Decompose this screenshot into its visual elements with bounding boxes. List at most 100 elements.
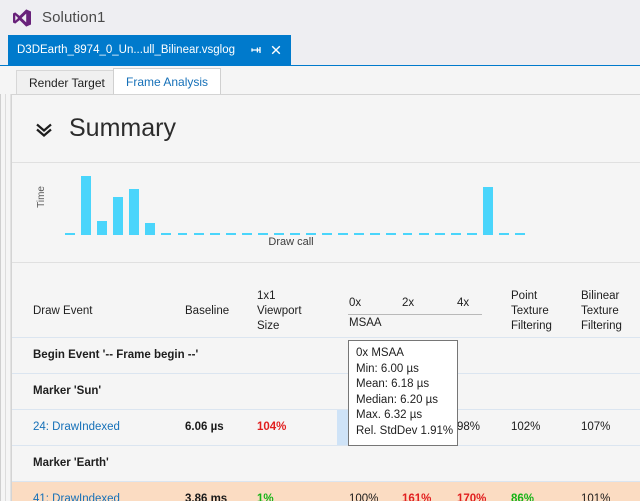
tooltip-title: 0x MSAA xyxy=(356,347,404,359)
chart-bar[interactable] xyxy=(113,197,124,235)
chart-bar[interactable] xyxy=(241,233,252,235)
cell-point-texture-filtering: 102% xyxy=(511,421,541,433)
chart-bar[interactable] xyxy=(193,233,204,235)
chevron-double-down-icon[interactable] xyxy=(33,118,55,140)
tooltip-stddev: Rel. StdDev 1.91% xyxy=(356,424,454,437)
tooltip-max: Max. 6.32 µs xyxy=(356,409,423,421)
chart-x-axis-label-text: Draw call xyxy=(268,236,314,248)
cell-bilinear-texture-filtering: 101% xyxy=(581,493,611,501)
tab-render-target[interactable]: Render Target xyxy=(16,70,118,95)
tab-frame-analysis[interactable]: Frame Analysis xyxy=(113,68,222,95)
column-header-bilinear-line2[interactable]: Texture xyxy=(581,304,619,319)
chart-bar[interactable] xyxy=(97,221,108,235)
chart-bar[interactable] xyxy=(273,233,284,235)
chart-bar[interactable] xyxy=(225,233,236,235)
cell-viewport-size: 1% xyxy=(257,493,274,501)
chart-bar[interactable] xyxy=(129,189,140,235)
column-header-viewport-line1: 1x1 xyxy=(257,290,276,302)
table-header-row: Draw Event Baseline 1x1 Viewport Size 0x… xyxy=(12,264,640,338)
chart-bar[interactable] xyxy=(322,233,333,235)
cell-msaa-2x: 161% xyxy=(402,493,432,501)
group-row-label: Begin Event '-- Frame begin --' xyxy=(33,349,199,361)
column-header-viewport-line2[interactable]: Viewport xyxy=(257,304,302,319)
chart-bar[interactable] xyxy=(81,176,92,235)
cell-msaa-0x: 100% xyxy=(349,493,379,501)
table-group-row[interactable]: Begin Event '-- Frame begin --' xyxy=(12,338,640,374)
chart-bar[interactable] xyxy=(418,233,429,235)
table-row[interactable]: 24: DrawIndexed6.06 µs104%102%94%98%102%… xyxy=(12,410,640,446)
document-tab-label: D3DEarth_8974_0_Un...ull_Bilinear.vsglog xyxy=(17,44,236,56)
pin-icon[interactable] xyxy=(249,43,263,57)
document-tab-strip: D3DEarth_8974_0_Un...ull_Bilinear.vsglog xyxy=(0,35,640,66)
chart-bar[interactable] xyxy=(450,233,461,235)
table-group-row[interactable]: Marker 'Earth' xyxy=(12,446,640,482)
msaa-group-rule xyxy=(348,314,482,315)
chart-bar[interactable] xyxy=(161,233,172,235)
group-row-label: Marker 'Sun' xyxy=(33,385,102,397)
column-header-msaa-4x[interactable]: 4x xyxy=(457,297,469,309)
cell-point-texture-filtering: 86% xyxy=(511,493,535,501)
msaa-statistics-tooltip: 0x MSAA Min: 6.00 µs Mean: 6.18 µs Media… xyxy=(348,340,458,446)
chart-bar[interactable] xyxy=(466,233,477,235)
chart-x-axis-label: Draw call xyxy=(12,236,640,248)
document-tab-vsglog[interactable]: D3DEarth_8974_0_Un...ull_Bilinear.vsglog xyxy=(8,35,292,65)
chart-bar[interactable] xyxy=(386,233,397,235)
chart-bar[interactable] xyxy=(65,233,75,235)
cell-msaa-4x: 98% xyxy=(457,421,481,433)
chart-bar[interactable] xyxy=(514,233,525,235)
chart-y-axis-label: Time xyxy=(36,164,47,208)
cell-msaa-4x: 170% xyxy=(457,493,487,501)
chart-bar[interactable] xyxy=(482,187,493,235)
chart-bar[interactable] xyxy=(290,233,300,235)
tooltip-mean: Mean: 6.18 µs xyxy=(356,378,430,390)
column-header-msaa-label: MSAA xyxy=(349,317,382,329)
chart-plot-area[interactable] xyxy=(62,172,528,235)
group-row-label: Marker 'Earth' xyxy=(33,457,109,469)
column-header-point-line2[interactable]: Texture xyxy=(511,304,549,319)
window-title: Solution1 xyxy=(42,9,106,26)
chart-bar[interactable] xyxy=(370,233,381,235)
analysis-tab-bar: Render Target Frame Analysis xyxy=(0,66,640,95)
chart-bar[interactable] xyxy=(209,233,220,235)
summary-section-header[interactable]: Summary xyxy=(12,95,640,163)
column-header-baseline[interactable]: Baseline xyxy=(185,304,229,319)
frame-analysis-content: Summary Time Draw call Draw Event Baseli… xyxy=(11,94,640,501)
column-header-bilinear-line3: Filtering xyxy=(581,320,622,332)
column-header-draw-event[interactable]: Draw Event xyxy=(33,304,92,319)
table-row[interactable]: 41: DrawIndexed 3.86 ms 1% 100% 161% 170% 86% 1… xyxy=(12,482,640,501)
cell-draw-event[interactable]: 41: DrawIndexed xyxy=(33,493,120,501)
chart-bar[interactable] xyxy=(177,233,188,235)
column-header-msaa-2x[interactable]: 2x xyxy=(402,297,414,309)
close-icon[interactable] xyxy=(269,43,283,57)
column-header-viewport-line3: Size xyxy=(257,320,280,332)
cell-baseline: 3.86 ms xyxy=(185,493,228,501)
table-group-row[interactable]: Marker 'Sun' xyxy=(12,374,640,410)
chart-bar[interactable] xyxy=(338,233,349,235)
cell-baseline: 6.06 µs xyxy=(185,421,224,433)
cell-bilinear-texture-filtering: 107% xyxy=(581,421,611,433)
cell-viewport-size: 104% xyxy=(257,421,287,433)
table-body: Begin Event '-- Frame begin --' Marker 'S… xyxy=(12,338,640,501)
chart-bar[interactable] xyxy=(306,233,317,235)
cell-draw-event[interactable]: 24: DrawIndexed xyxy=(33,421,120,433)
frame-analysis-window: Solution1 D3DEarth_8974_0_Un...ull_Bilin… xyxy=(0,0,640,501)
chart-bar[interactable] xyxy=(257,233,268,235)
chart-bar[interactable] xyxy=(498,233,509,235)
column-header-msaa-0x[interactable]: 0x xyxy=(349,297,361,309)
title-bar: Solution1 xyxy=(0,0,640,35)
draw-events-table: Draw Event Baseline 1x1 Viewport Size 0x… xyxy=(12,264,640,501)
column-header-bilinear-line1: Bilinear xyxy=(581,290,620,302)
chart-bar[interactable] xyxy=(402,233,413,235)
tooltip-median: Median: 6.20 µs xyxy=(356,393,439,406)
draw-call-time-chart: Time Draw call xyxy=(12,164,640,263)
column-header-point-line1: Point xyxy=(511,290,538,302)
panel-left-gutter xyxy=(0,94,11,501)
chart-bar[interactable] xyxy=(145,223,156,235)
chart-y-axis-label-text: Time xyxy=(36,186,47,208)
visual-studio-logo-icon xyxy=(12,8,32,28)
page-title: Summary xyxy=(69,114,176,142)
chart-bar[interactable] xyxy=(434,233,445,235)
tooltip-min: Min: 6.00 µs xyxy=(356,362,419,375)
column-header-point-line3: Filtering xyxy=(511,320,552,332)
chart-bar[interactable] xyxy=(354,233,365,235)
